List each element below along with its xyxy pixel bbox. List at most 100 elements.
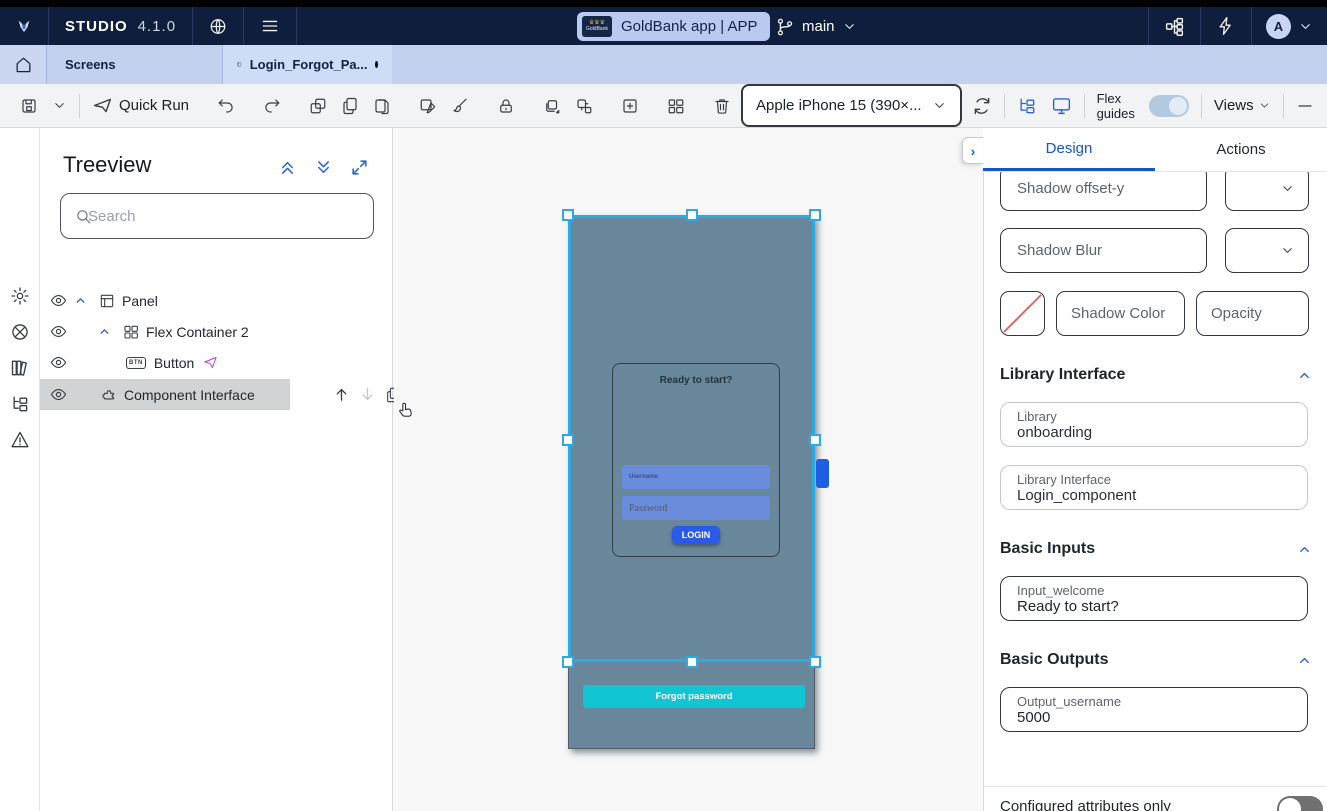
shadow-blur-unit-dropdown[interactable] xyxy=(1225,228,1309,273)
quick-actions-button[interactable] xyxy=(1201,7,1251,45)
settings-rail-button[interactable] xyxy=(10,286,30,306)
copy-button[interactable] xyxy=(341,97,359,115)
library-interface-field[interactable]: Library Interface Login_component xyxy=(1000,465,1308,510)
collapse-section-button[interactable] xyxy=(1297,653,1312,668)
chevron-down-icon xyxy=(932,98,947,113)
branch-selector[interactable]: main xyxy=(775,12,857,41)
resize-handle-n[interactable] xyxy=(686,209,698,221)
tab-actions[interactable]: Actions xyxy=(1155,128,1327,171)
treeview-search[interactable] xyxy=(60,193,374,239)
shadow-opacity-input[interactable]: Opacity xyxy=(1196,291,1309,336)
warnings-rail-button[interactable] xyxy=(10,430,30,450)
eye-icon xyxy=(50,323,67,340)
delete-button[interactable] xyxy=(713,97,731,115)
group-button[interactable] xyxy=(543,97,561,115)
expand-all-button[interactable] xyxy=(314,158,333,177)
collapse-all-button[interactable] xyxy=(278,158,297,177)
tree-rail-button[interactable] xyxy=(10,394,30,414)
library-field[interactable]: Library onboarding xyxy=(1000,402,1308,447)
components-button[interactable] xyxy=(667,97,685,115)
integrations-button[interactable] xyxy=(1149,7,1200,45)
search-input[interactable] xyxy=(88,208,363,225)
library-rail-button[interactable] xyxy=(10,358,30,378)
resize-handle-sw[interactable] xyxy=(562,656,574,668)
zoom-out-button[interactable] xyxy=(1296,97,1314,115)
refresh-button[interactable] xyxy=(972,96,992,116)
resize-handle-s[interactable] xyxy=(686,656,698,668)
lock-button[interactable] xyxy=(497,97,515,115)
main-menu-button[interactable] xyxy=(244,7,296,45)
output-username-field[interactable]: Output_username 5000 xyxy=(1000,687,1308,732)
collapse-node-button[interactable] xyxy=(74,294,87,307)
username-input-mock[interactable]: Username xyxy=(622,465,770,489)
resize-handle-ne[interactable] xyxy=(809,209,821,221)
active-tab-label: Login_Forgot_Pa... xyxy=(250,57,368,72)
tree-row-button[interactable]: BTN Button xyxy=(40,347,393,378)
visibility-eye-icon[interactable] xyxy=(50,292,67,309)
move-up-button[interactable] xyxy=(333,386,350,403)
top-right-actions: A xyxy=(1148,7,1327,45)
save-options-button[interactable] xyxy=(52,98,67,113)
redo-button[interactable] xyxy=(263,97,281,115)
edge-drag-handle[interactable] xyxy=(816,459,829,488)
tree-node-label: Button xyxy=(154,355,194,371)
visibility-eye-icon[interactable] xyxy=(50,354,67,371)
shadow-offset-y-unit-dropdown[interactable] xyxy=(1225,166,1309,211)
shadow-blur-input[interactable]: Shadow Blur xyxy=(1000,228,1207,273)
forgot-password-button-mock[interactable]: Forgot password xyxy=(583,685,805,708)
move-down-button[interactable] xyxy=(359,386,376,403)
input-welcome-field[interactable]: Input_welcome Ready to start? xyxy=(1000,576,1308,621)
tree-node-label: Flex Container 2 xyxy=(146,324,249,340)
tree-row-flex-container[interactable]: Flex Container 2 xyxy=(40,316,393,347)
studio-logo[interactable] xyxy=(0,7,48,45)
collapse-section-button[interactable] xyxy=(1297,368,1312,383)
language-button[interactable] xyxy=(193,7,243,45)
tree-row-panel[interactable]: Panel xyxy=(40,285,393,316)
tree-row-component-interface[interactable]: Component Interface xyxy=(40,379,393,410)
design-tokens-button[interactable] xyxy=(419,97,437,115)
chevron-down-icon xyxy=(842,19,857,34)
double-chevron-up-icon xyxy=(278,158,297,177)
tab-login-forgot-page[interactable]: Login_Forgot_Pa... xyxy=(222,45,392,84)
resize-handle-se[interactable] xyxy=(809,656,821,668)
visibility-eye-icon[interactable] xyxy=(50,386,67,403)
resize-handle-w[interactable] xyxy=(562,434,574,446)
duplicate-button[interactable] xyxy=(309,97,327,115)
logic-rail-button[interactable] xyxy=(10,322,30,342)
account-menu[interactable]: A xyxy=(1252,7,1327,45)
tab-screens[interactable]: Screens xyxy=(47,45,222,84)
flex-guides-toggle[interactable] xyxy=(1149,95,1189,117)
tree-node-label: Component Interface xyxy=(124,387,255,403)
preview-toggle-button[interactable] xyxy=(1051,95,1072,116)
add-frame-button[interactable] xyxy=(621,97,639,115)
style-brush-button[interactable] xyxy=(451,97,469,115)
shadow-color-input[interactable]: Shadow Color xyxy=(1056,291,1185,336)
undo-button[interactable] xyxy=(217,97,235,115)
quick-run-button[interactable]: Quick Run xyxy=(92,95,189,116)
resize-handle-e[interactable] xyxy=(809,434,821,446)
paste-button[interactable] xyxy=(373,97,391,115)
views-dropdown[interactable]: Views xyxy=(1214,97,1271,114)
collapse-section-button[interactable] xyxy=(1297,542,1312,557)
expand-panel-button[interactable] xyxy=(350,158,369,177)
login-button-mock[interactable]: LOGIN xyxy=(672,526,720,544)
shadow-color-swatch[interactable] xyxy=(1000,291,1045,336)
shadow-offset-y-input[interactable]: Shadow offset-y xyxy=(1000,166,1207,211)
save-button[interactable] xyxy=(20,97,38,115)
visibility-eye-icon[interactable] xyxy=(50,323,67,340)
device-selector[interactable]: Apple iPhone 15 (390×... xyxy=(741,84,962,127)
treeview-toggle-button[interactable] xyxy=(1017,96,1037,116)
ungroup-button[interactable] xyxy=(575,97,593,115)
home-button[interactable] xyxy=(0,45,47,84)
tab-design[interactable]: Design xyxy=(983,128,1155,171)
resize-handle-nw[interactable] xyxy=(562,209,574,221)
save-icon xyxy=(20,97,38,115)
password-input-mock[interactable]: Password xyxy=(622,496,770,520)
add-frame-icon xyxy=(621,97,639,115)
current-app-pill[interactable]: ♛♛♛ GoldBank GoldBank app | APP xyxy=(577,12,770,41)
collapse-node-button[interactable] xyxy=(98,325,111,338)
configured-attributes-toggle[interactable] xyxy=(1277,796,1323,811)
welcome-text[interactable]: Ready to start? xyxy=(612,375,780,386)
collapse-panel-button[interactable]: › xyxy=(962,137,983,164)
studio-app-window: STUDIO 4.1.0 ♛♛♛ GoldBank GoldBank app |… xyxy=(0,0,1327,811)
